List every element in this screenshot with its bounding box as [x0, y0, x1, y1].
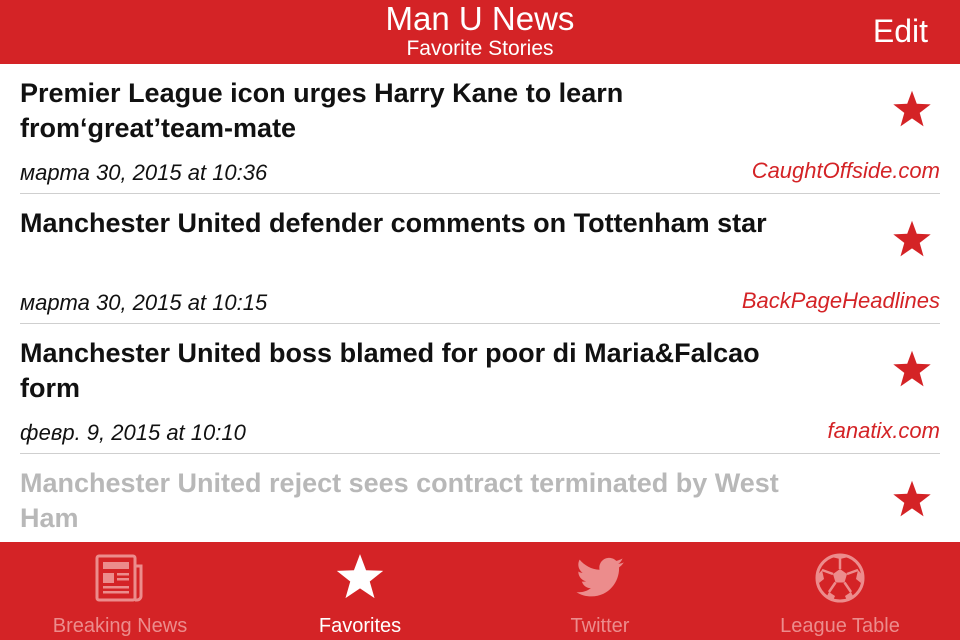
story-source: CaughtOffside.com: [751, 158, 940, 183]
tab-label: Twitter: [570, 615, 630, 637]
star-icon[interactable]: [890, 478, 934, 522]
story-row[interactable]: Manchester United reject sees contract t…: [0, 454, 960, 542]
tab-favorites[interactable]: Favorites: [240, 542, 480, 640]
tab-league-table[interactable]: League Table: [720, 542, 960, 640]
star-icon[interactable]: [890, 88, 934, 132]
tab-label: Breaking News: [52, 615, 188, 637]
tab-label: Favorites: [318, 615, 402, 637]
story-date: марта 30, 2015 at 10:36: [20, 160, 268, 185]
star-icon: [336, 554, 384, 599]
story-date: марта 30, 2015 at 10:15: [20, 290, 268, 315]
star-icon[interactable]: [890, 348, 934, 392]
story-source: BackPageHeadlines: [741, 288, 940, 313]
tab-twitter[interactable]: Twitter: [480, 542, 720, 640]
story-headline: Premier League icon urges Harry Kane to …: [20, 78, 624, 143]
story-row[interactable]: Manchester United boss blamed for poor d…: [0, 324, 960, 454]
story-headline: Manchester United reject sees contract t…: [20, 468, 779, 533]
newspaper-icon: [95, 554, 143, 602]
tab-bar: Breaking News Favorites Twitter League T…: [0, 542, 960, 640]
story-row[interactable]: Premier League icon urges Harry Kane to …: [0, 64, 960, 194]
twitter-bird-icon: [576, 557, 624, 597]
favorite-stories-list: Premier League icon urges Harry Kane to …: [0, 64, 960, 542]
page-subtitle: Favorite Stories: [406, 37, 554, 60]
edit-button[interactable]: Edit: [873, 12, 928, 50]
navigation-bar: Man U News Favorite Stories Edit: [0, 0, 960, 64]
story-headline: Manchester United boss blamed for poor d…: [20, 338, 760, 403]
page-title: Man U News: [385, 0, 575, 37]
story-date: февр. 9, 2015 at 10:10: [20, 420, 246, 445]
soccer-ball-icon: [815, 553, 865, 603]
story-row[interactable]: Manchester United defender comments on T…: [0, 194, 960, 324]
story-headline: Manchester United defender comments on T…: [20, 208, 767, 238]
tab-breaking-news[interactable]: Breaking News: [0, 542, 240, 640]
tab-label: League Table: [780, 615, 900, 637]
star-icon[interactable]: [890, 218, 934, 262]
story-source: fanatix.com: [827, 418, 941, 443]
